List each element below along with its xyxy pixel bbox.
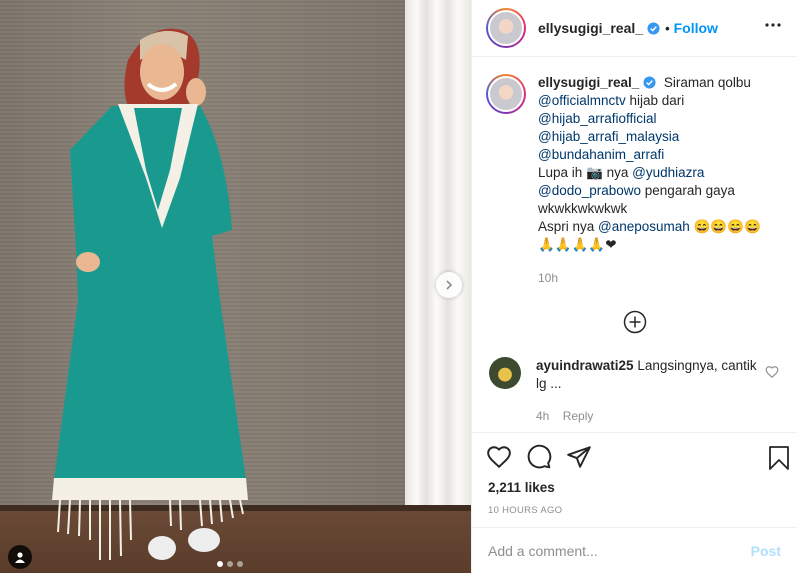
caption-text-part: wkwkkwkwkwk <box>538 201 628 216</box>
caption-line: @bundahanim_arrafi <box>538 147 664 162</box>
heart-icon[interactable] <box>486 444 512 470</box>
load-more-comments[interactable] <box>486 310 783 334</box>
comment-item: ayuindrawati25 Langsingnya, cantik lg ..… <box>486 357 783 425</box>
carousel-dot <box>237 561 243 567</box>
caption-line: @dodo_prabowo pengarah gaya <box>538 183 735 198</box>
carousel-indicator <box>217 561 243 567</box>
comment-time[interactable]: 4h <box>536 409 549 423</box>
author-avatar[interactable] <box>486 8 526 48</box>
user-tag-icon <box>15 552 25 563</box>
post-timestamp[interactable]: 10 HOURS AGO <box>488 505 562 516</box>
mention-link[interactable]: @officialmnctv <box>538 93 626 108</box>
verified-badge-icon <box>647 21 660 35</box>
post-actions <box>472 432 797 480</box>
caption-text: ellysugigi_real_ Siraman qolbu @officialm… <box>538 74 782 254</box>
caption-time[interactable]: 10h <box>538 269 782 287</box>
chevron-right-icon <box>446 280 453 290</box>
caption-text-part: 😄😄😄😄 <box>689 219 761 234</box>
heart-icon[interactable] <box>765 365 779 379</box>
caption-text-part: Siraman qolbu <box>663 75 751 90</box>
carousel-dot-active <box>217 561 223 567</box>
caption-line: @hijab_arrafi_malaysia <box>538 129 679 144</box>
caption-text-part: 🙏🙏🙏🙏❤ <box>538 237 617 252</box>
caption-text-part: Lupa ih 📷 nya <box>538 165 633 180</box>
post-comment-button[interactable]: Post <box>751 543 781 559</box>
mention-link[interactable]: @aneposumah <box>598 219 690 234</box>
caption-line: @hijab_arrafiofficial <box>538 111 657 126</box>
caption-username[interactable]: ellysugigi_real_ <box>538 75 639 90</box>
post-side-panel: ellysugigi_real_ • Follow ellysugigi_rea… <box>471 0 797 573</box>
commenter-username[interactable]: ayuindrawati25 <box>536 358 634 373</box>
mention-link[interactable]: @bundahanim_arrafi <box>538 147 664 162</box>
comment-body: ayuindrawati25 Langsingnya, cantik lg ..… <box>536 357 766 425</box>
mention-link[interactable]: @hijab_arrafi_malaysia <box>538 129 679 144</box>
mention-link[interactable]: @hijab_arrafiofficial <box>538 111 657 126</box>
add-comment-bar: Post <box>472 527 797 573</box>
more-options-icon <box>765 23 781 27</box>
caption-author-avatar[interactable] <box>486 74 526 114</box>
next-photo-button[interactable] <box>436 272 462 298</box>
likes-count[interactable]: 2,211 likes <box>488 480 555 495</box>
comment-input[interactable] <box>488 542 751 559</box>
commenter-avatar[interactable] <box>489 357 521 389</box>
mention-link[interactable]: @yudhiazra <box>632 165 704 180</box>
caption-line: Aspri nya @aneposumah 😄😄😄😄 <box>538 219 761 234</box>
caption-body: ellysugigi_real_ Siraman qolbu @officialm… <box>538 74 782 287</box>
follow-button[interactable]: Follow <box>674 20 718 36</box>
comment-meta: 4h Reply <box>536 407 766 425</box>
post-caption: ellysugigi_real_ Siraman qolbu @officialm… <box>486 74 783 287</box>
author-username[interactable]: ellysugigi_real_ <box>538 20 643 36</box>
post-header: ellysugigi_real_ • Follow <box>472 0 797 57</box>
caption-line: wkwkkwkwkwk <box>538 201 627 216</box>
comments-list[interactable]: ellysugigi_real_ Siraman qolbu @officialm… <box>472 58 797 432</box>
comment-icon[interactable] <box>526 444 552 470</box>
more-options-button[interactable] <box>761 13 785 37</box>
carousel-dot <box>227 561 233 567</box>
caption-text-part: hijab dari <box>625 93 685 108</box>
verified-badge-icon <box>643 76 656 89</box>
post-dialog: ellysugigi_real_ • Follow ellysugigi_rea… <box>0 0 797 573</box>
reply-button[interactable]: Reply <box>563 409 594 423</box>
caption-line: Siraman qolbu <box>664 75 751 90</box>
bookmark-icon[interactable] <box>767 445 791 471</box>
header-separator: • <box>665 20 670 36</box>
post-photo[interactable] <box>0 0 471 573</box>
caption-line: @officialmnctv hijab dari <box>538 93 684 108</box>
caption-line: Lupa ih 📷 nya @yudhiazra <box>538 165 704 180</box>
caption-line: 🙏🙏🙏🙏❤ <box>538 237 617 252</box>
load-more-icon <box>623 310 646 334</box>
user-tags-button[interactable] <box>8 545 32 569</box>
caption-text-part: pengarah gaya <box>641 183 735 198</box>
mention-link[interactable]: @dodo_prabowo <box>538 183 641 198</box>
caption-text-part: Aspri nya <box>538 219 599 234</box>
woman-figure-illustration <box>52 28 248 560</box>
share-icon[interactable] <box>566 444 592 470</box>
